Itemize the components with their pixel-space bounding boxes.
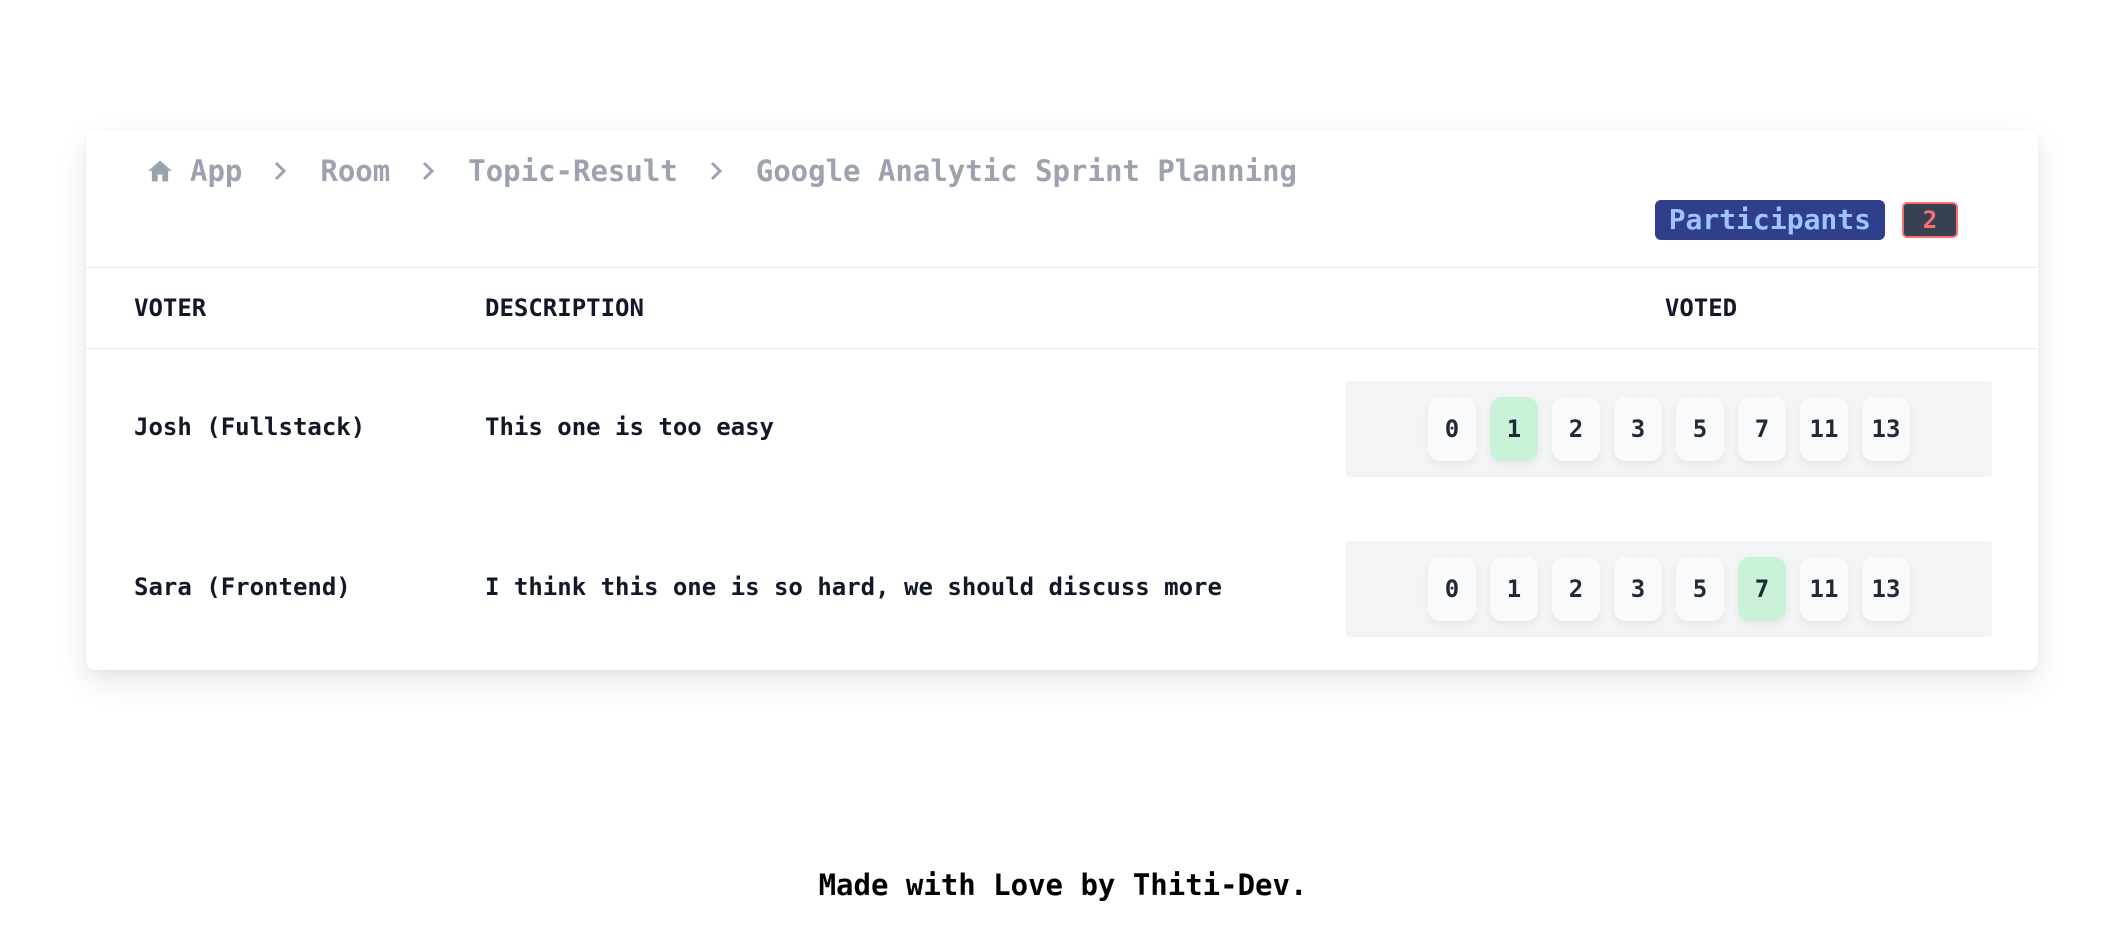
breadcrumb-label-topic-result: Topic-Result bbox=[468, 154, 678, 188]
voter-name: Sara (Frontend) bbox=[134, 573, 351, 601]
table-header: VOTER DESCRIPTION VOTED bbox=[86, 268, 2038, 349]
vote-chip[interactable]: 1 bbox=[1490, 557, 1538, 621]
vote-description: This one is too easy bbox=[485, 413, 774, 441]
vote-chip[interactable]: 3 bbox=[1614, 397, 1662, 461]
vote-chip[interactable]: 13 bbox=[1862, 397, 1910, 461]
breadcrumb-current-topic[interactable]: Google Analytic Sprint Planning bbox=[756, 154, 1297, 188]
home-icon bbox=[148, 160, 172, 182]
vote-chip[interactable]: 11 bbox=[1800, 397, 1848, 461]
chevron-right-icon bbox=[710, 161, 722, 181]
participants-badge: Participants bbox=[1654, 200, 1885, 240]
vote-chip[interactable]: 11 bbox=[1800, 557, 1848, 621]
breadcrumb-topic-result[interactable]: Topic-Result bbox=[468, 154, 678, 188]
vote-chip[interactable]: 7 bbox=[1738, 397, 1786, 461]
breadcrumb-room[interactable]: Room bbox=[320, 154, 390, 188]
footer-credit: Made with Love by Thiti-Dev. bbox=[818, 868, 1308, 902]
vote-chip[interactable]: 5 bbox=[1676, 397, 1724, 461]
table-row: Josh (Fullstack) This one is too easy 0 1 2 3… bbox=[86, 349, 2038, 509]
table-row: Sara (Frontend) I think this one is so ha… bbox=[86, 509, 2038, 669]
vote-chip[interactable]: 3 bbox=[1614, 557, 1662, 621]
breadcrumb-label-app: App bbox=[190, 154, 243, 188]
chevron-right-icon bbox=[423, 161, 435, 181]
vote-chip[interactable]: 13 bbox=[1862, 557, 1910, 621]
column-header-voter: VOTER bbox=[134, 294, 207, 322]
column-header-voted: VOTED bbox=[1664, 294, 1738, 322]
chevron-right-icon bbox=[275, 161, 287, 181]
participants-count-badge: 2 bbox=[1902, 202, 1958, 238]
vote-chip[interactable]: 2 bbox=[1552, 557, 1600, 621]
vote-description: I think this one is so hard, we should d… bbox=[485, 573, 1222, 601]
vote-chip[interactable]: 0 bbox=[1428, 557, 1476, 621]
vote-chip-selected[interactable]: 1 bbox=[1490, 397, 1538, 461]
vote-chip[interactable]: 2 bbox=[1552, 397, 1600, 461]
voter-name: Josh (Fullstack) bbox=[134, 413, 366, 441]
vote-chip[interactable]: 5 bbox=[1676, 557, 1724, 621]
breadcrumb-app[interactable]: App bbox=[146, 154, 242, 188]
column-header-description: DESCRIPTION bbox=[485, 294, 644, 322]
breadcrumb-label-current-topic: Google Analytic Sprint Planning bbox=[755, 154, 1297, 188]
vote-chip-selected[interactable]: 7 bbox=[1738, 557, 1786, 621]
breadcrumb: App Room Topic-Result Google Analytic Sp… bbox=[146, 154, 1297, 188]
vote-chip[interactable]: 0 bbox=[1428, 397, 1476, 461]
table-body: Josh (Fullstack) This one is too easy 0 1 2 3… bbox=[86, 349, 2038, 669]
breadcrumb-label-room: Room bbox=[320, 154, 391, 188]
vote-options: 0 1 2 3 5 7 11 13 bbox=[1346, 381, 1992, 477]
card-header: App Room Topic-Result Google Analytic Sp… bbox=[86, 130, 2038, 268]
result-card: App Room Topic-Result Google Analytic Sp… bbox=[86, 130, 2038, 670]
participants-indicator: Participants 2 bbox=[1654, 200, 1958, 240]
vote-options: 0 1 2 3 5 7 11 13 bbox=[1346, 541, 1992, 637]
